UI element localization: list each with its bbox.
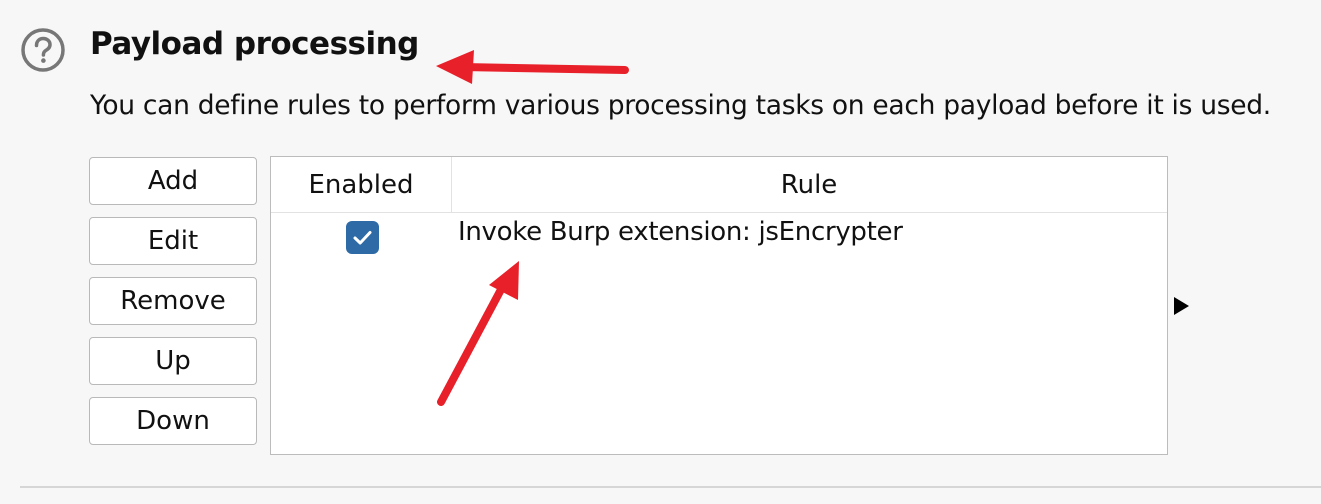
rule-cell: Invoke Burp extension: jsEncrypter xyxy=(458,217,903,247)
add-button[interactable]: Add xyxy=(89,157,257,205)
table-header: Enabled Rule xyxy=(271,157,1167,213)
column-header-enabled[interactable]: Enabled xyxy=(271,157,452,212)
edit-button[interactable]: Edit xyxy=(89,217,257,265)
column-header-rule[interactable]: Rule xyxy=(451,157,1167,212)
question-circle-icon[interactable] xyxy=(20,27,66,73)
remove-button[interactable]: Remove xyxy=(89,277,257,325)
expand-arrow-icon[interactable] xyxy=(1172,296,1190,316)
annotation-arrow-title xyxy=(458,63,629,74)
checkmark-icon xyxy=(353,231,372,245)
up-button[interactable]: Up xyxy=(89,337,257,385)
payload-processing-panel: Payload processing You can define rules … xyxy=(0,0,1321,504)
section-divider xyxy=(20,486,1321,488)
rules-table[interactable]: Enabled Rule Invoke Burp extension: jsEn… xyxy=(270,156,1168,455)
section-description: You can define rules to perform various … xyxy=(90,90,1271,121)
enabled-checkbox[interactable] xyxy=(346,221,379,254)
table-row[interactable]: Invoke Burp extension: jsEncrypter xyxy=(271,213,1167,259)
annotation-arrowhead-title xyxy=(436,50,474,84)
down-button[interactable]: Down xyxy=(89,397,257,445)
section-title: Payload processing xyxy=(90,26,419,62)
